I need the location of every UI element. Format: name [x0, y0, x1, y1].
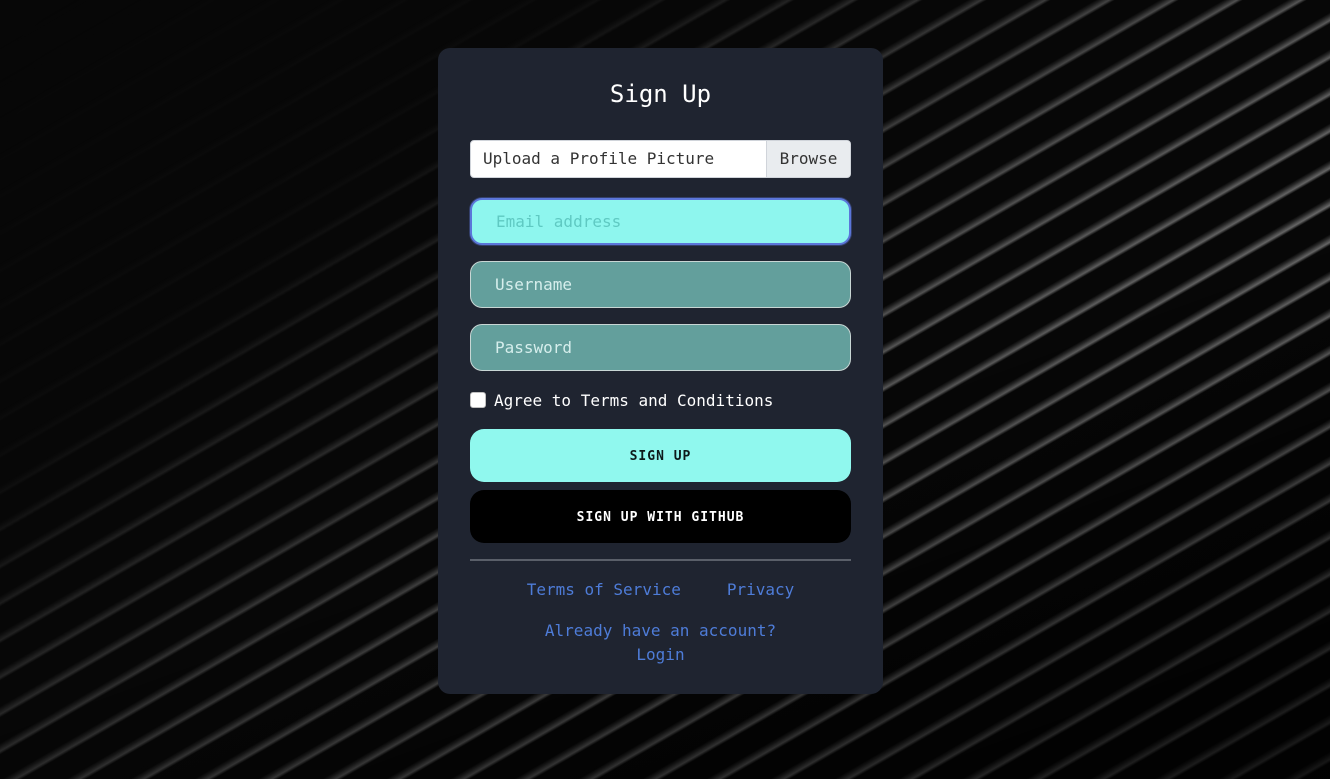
terms-label[interactable]: Agree to Terms and Conditions: [494, 391, 773, 410]
footer-links: Terms of Service Privacy: [470, 580, 851, 600]
sign-up-with-github-button[interactable]: SIGN UP WITH GITHUB: [470, 490, 851, 543]
sign-up-button[interactable]: SIGN UP: [470, 429, 851, 482]
email-input[interactable]: [470, 198, 851, 245]
divider: [470, 559, 851, 561]
privacy-link[interactable]: Privacy: [727, 580, 794, 600]
login-link[interactable]: Login: [470, 643, 851, 667]
browse-button[interactable]: Browse: [766, 141, 850, 177]
username-input[interactable]: [470, 261, 851, 308]
login-prompt: Already have an account? Login: [470, 619, 851, 667]
terms-of-service-link[interactable]: Terms of Service: [527, 580, 681, 600]
terms-row: Agree to Terms and Conditions: [470, 390, 851, 410]
page-title: Sign Up: [609, 80, 712, 108]
already-have-account-text[interactable]: Already have an account?: [470, 619, 851, 643]
file-upload-label[interactable]: Upload a Profile Picture: [471, 141, 766, 177]
signup-card: Sign Up Upload a Profile Picture Browse …: [438, 48, 883, 694]
password-input[interactable]: [470, 324, 851, 371]
profile-picture-upload[interactable]: Upload a Profile Picture Browse: [470, 140, 851, 178]
terms-checkbox[interactable]: [470, 392, 486, 408]
